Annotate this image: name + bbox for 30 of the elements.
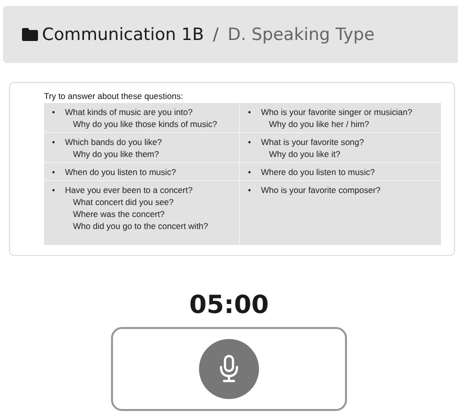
question-text: What is your favorite song? (261, 136, 364, 148)
question-text: Why do you like it? (268, 148, 342, 160)
bullet: • (248, 166, 252, 178)
question-text: Where was the concert? (72, 208, 166, 220)
question-text: What concert did you see? (72, 196, 175, 208)
question-text: Why do you like her / him? (268, 118, 370, 130)
timer: 05:00 (188, 290, 270, 319)
bullet: • (52, 136, 56, 149)
question-text: Who did you go to the concert with? (72, 220, 208, 232)
question-text: Why do you like those kinds of music? (72, 118, 218, 130)
question-text: When do you listen to music? (65, 166, 176, 178)
question-text: Where do you listen to music? (261, 166, 375, 178)
bullet: • (248, 106, 252, 119)
section-title: D. Speaking Type (228, 24, 375, 44)
breadcrumb-separator: / (212, 24, 219, 44)
bullet: • (52, 166, 56, 178)
course-link[interactable]: Communication 1B (42, 24, 204, 44)
question-text: Who is your favorite composer? (261, 184, 381, 196)
bullet: • (52, 184, 56, 197)
bullet: • (248, 184, 252, 197)
question-text: Why do you like them? (72, 148, 160, 160)
question-text: Who is your favorite singer or musician? (261, 106, 412, 118)
folder-icon (22, 28, 38, 41)
question-text: Have you ever been to a concert? (65, 184, 194, 196)
microphone-icon (219, 355, 239, 383)
bullet: • (248, 136, 252, 149)
bullet: • (52, 106, 56, 119)
slide-heading: Try to answer about these questions: (44, 91, 184, 103)
question-text: Which bands do you like? (65, 136, 162, 148)
question-text: What kinds of music are you into? (65, 106, 194, 118)
